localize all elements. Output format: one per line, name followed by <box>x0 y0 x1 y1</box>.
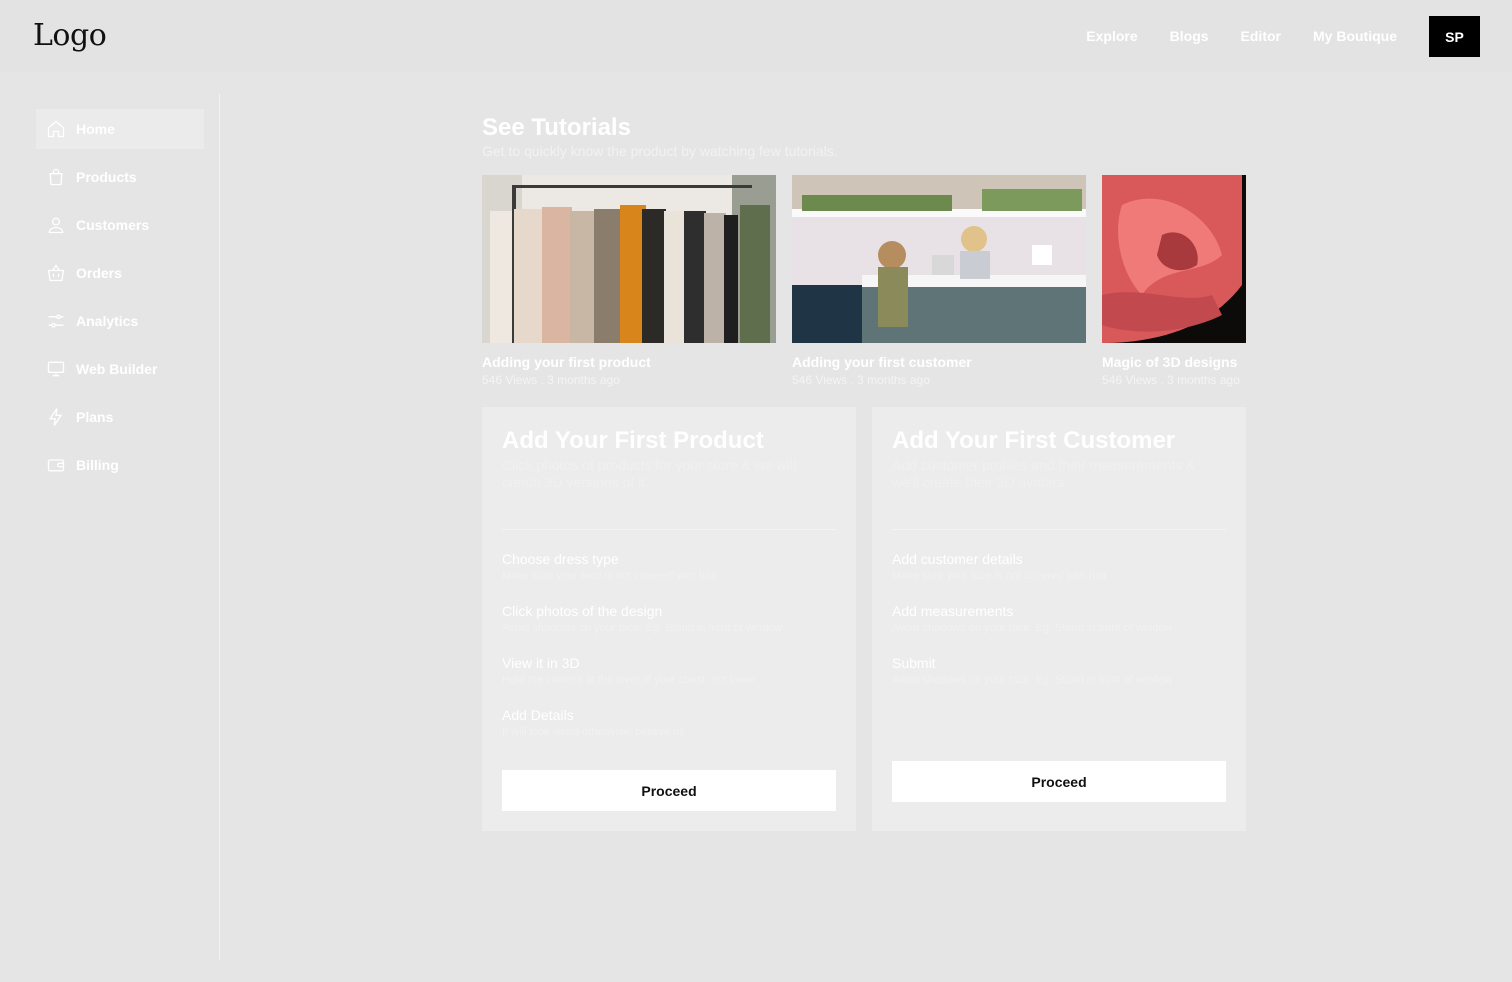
tutorial-thumbnail-clothing-rack[interactable] <box>482 175 776 343</box>
sidebar-item-label: Customers <box>76 217 150 233</box>
logo[interactable]: Logo <box>33 18 107 53</box>
sidebar-item-label: Plans <box>76 409 114 425</box>
sidebar-divider <box>219 94 220 960</box>
sidebar-item-products[interactable]: Products <box>36 157 204 197</box>
tutorial-thumbnail-pink-fabric[interactable] <box>1102 175 1246 343</box>
tutorial-card[interactable]: Adding your first customer 546 Views . 3… <box>792 175 1086 387</box>
tutorial-title[interactable]: Magic of 3D designs <box>1102 354 1246 370</box>
tutorial-card[interactable]: Magic of 3D designs 546 Views . 3 months… <box>1102 175 1246 387</box>
nav-my-boutique[interactable]: My Boutique <box>1313 28 1397 44</box>
sidebar-item-customers[interactable]: Customers <box>36 205 204 245</box>
proceed-button[interactable]: Proceed <box>502 770 836 811</box>
step-description: It will look weird otherwise, believe us <box>502 726 685 738</box>
step-item: Add customer details Make sure your face… <box>892 551 1226 582</box>
step-item: Choose dress type Make sure your face is… <box>502 551 836 582</box>
sidebar-item-label: Products <box>76 169 137 185</box>
step-item: Click photos of the design Avoid shadows… <box>502 603 836 634</box>
tutorial-thumbnail-boutique-counter[interactable] <box>792 175 1086 343</box>
step-title: Add Details <box>502 707 574 723</box>
sidebar-item-label: Web Builder <box>76 361 158 377</box>
card-divider <box>502 529 836 530</box>
tutorials-title: See Tutorials <box>482 114 631 141</box>
step-item: Add Details It will look weird otherwise… <box>502 707 836 738</box>
step-description: Avoid shadows on your face. Eg. Stand in… <box>502 622 783 634</box>
sidebar-item-label: Orders <box>76 265 122 281</box>
card-description: Click photos of products for your store … <box>502 457 797 490</box>
card-title: Add Your First Customer <box>892 427 1176 454</box>
tutorials-carousel: Adding your first product 546 Views . 3 … <box>482 175 1246 390</box>
step-item: Add measurements Avoid shadows on your f… <box>892 603 1226 634</box>
sidebar-item-label: Billing <box>76 457 119 473</box>
home-icon <box>47 120 65 138</box>
proceed-button[interactable]: Proceed <box>892 761 1226 802</box>
bag-icon <box>49 168 63 186</box>
tutorial-meta: 546 Views . 3 months ago <box>482 373 620 387</box>
top-nav: Explore Blogs Editor My Boutique <box>1086 28 1397 44</box>
sidebar-item-orders[interactable]: Orders <box>36 253 204 293</box>
sidebar-item-home[interactable]: Home <box>36 109 204 149</box>
tutorial-title[interactable]: Adding your first product <box>482 354 776 370</box>
step-title: Submit <box>892 655 936 671</box>
sidebar-item-analytics[interactable]: Analytics <box>36 301 204 341</box>
nav-blogs[interactable]: Blogs <box>1170 28 1209 44</box>
tutorials-subtitle: Get to quickly know the product by watch… <box>482 143 838 159</box>
tutorial-meta: 546 Views . 3 months ago <box>792 373 930 387</box>
add-customer-card: Add Your First Customer Add customer pro… <box>872 407 1246 831</box>
step-item: Submit Avoid shadows on your face. Eg. S… <box>892 655 1226 686</box>
user-icon <box>48 217 64 234</box>
step-title: Choose dress type <box>502 551 619 567</box>
step-description: Make sure your face is not covered with … <box>892 570 1108 582</box>
nav-editor[interactable]: Editor <box>1241 28 1281 44</box>
step-title: View it in 3D <box>502 655 580 671</box>
tutorial-card[interactable]: Adding your first product 546 Views . 3 … <box>482 175 776 387</box>
wallet-icon <box>47 459 65 472</box>
step-title: Add measurements <box>892 603 1014 619</box>
sidebar: Home Products Customers Orders Analytics… <box>36 109 204 493</box>
top-header: Logo Explore Blogs Editor My Boutique SP <box>0 0 1512 72</box>
basket-icon <box>47 264 65 282</box>
tutorial-meta: 546 Views . 3 months ago <box>1102 373 1240 387</box>
step-title: Click photos of the design <box>502 603 663 619</box>
card-description: Add customer profiles and their measurem… <box>892 457 1196 490</box>
sidebar-item-billing[interactable]: Billing <box>36 445 204 485</box>
step-description: Avoid shadows on your face. Eg. Stand in… <box>892 674 1173 686</box>
step-description: Make sure your face is not covered with … <box>502 570 718 582</box>
monitor-icon <box>47 361 65 377</box>
step-description: Avoid shadows on your face. Eg. Stand in… <box>892 622 1173 634</box>
tutorial-title[interactable]: Adding your first customer <box>792 354 1086 370</box>
step-item: View it in 3D Hold the camera at the lev… <box>502 655 836 686</box>
sidebar-item-label: Home <box>76 121 115 137</box>
step-title: Add customer details <box>892 551 1023 567</box>
sidebar-item-web-builder[interactable]: Web Builder <box>36 349 204 389</box>
card-title: Add Your First Product <box>502 427 764 454</box>
sidebar-item-label: Analytics <box>76 313 139 329</box>
nav-explore[interactable]: Explore <box>1086 28 1137 44</box>
avatar[interactable]: SP <box>1429 16 1480 57</box>
step-description: Hold the camera at the level of your che… <box>502 674 756 686</box>
add-product-card: Add Your First Product Click photos of p… <box>482 407 856 831</box>
sidebar-item-plans[interactable]: Plans <box>36 397 204 437</box>
card-divider <box>892 529 1226 530</box>
lightning-icon <box>48 408 63 426</box>
sliders-icon <box>48 314 64 328</box>
